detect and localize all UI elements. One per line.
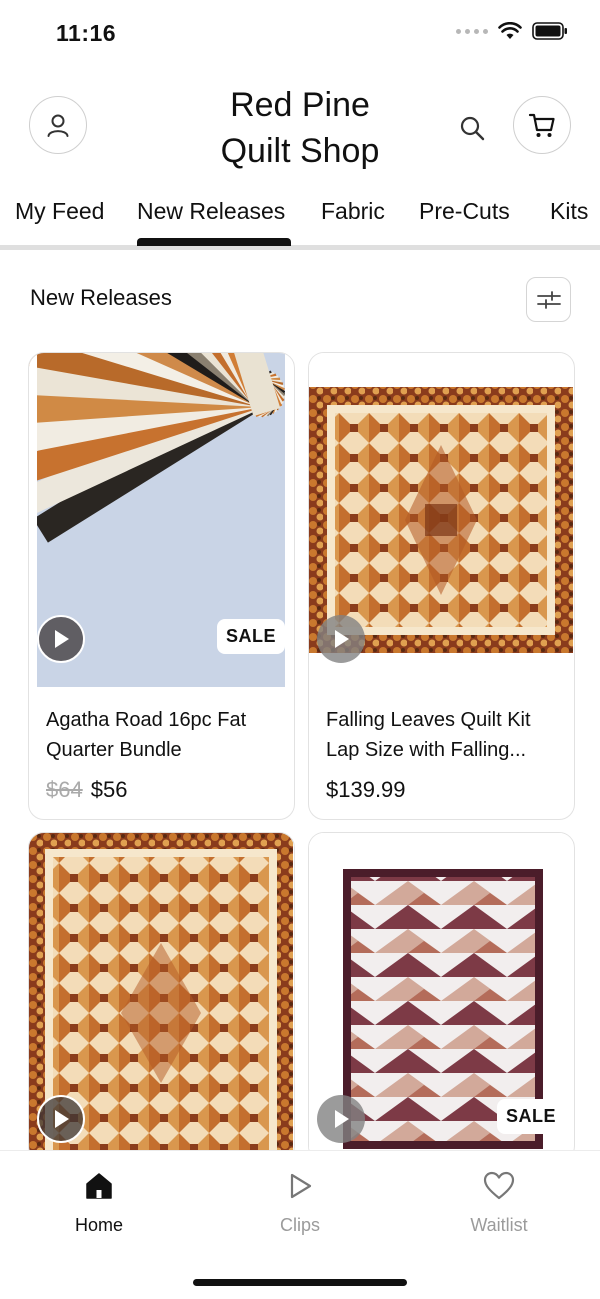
price-row: $64 $56 — [46, 777, 127, 803]
play-video-button[interactable] — [317, 1095, 365, 1143]
tab-fabric[interactable]: Fabric — [321, 198, 385, 225]
product-card-agatha-road[interactable]: SALE Agatha Road 16pc Fat Quarter Bundle… — [28, 352, 295, 820]
tab-pre-cuts[interactable]: Pre-Cuts — [419, 198, 510, 225]
home-indicator — [193, 1279, 407, 1286]
play-icon — [55, 630, 69, 648]
shop-title-line1: Red Pine — [230, 86, 370, 124]
product-name-line2: Quarter Bundle — [46, 739, 182, 761]
tab-my-feed[interactable]: My Feed — [15, 198, 104, 225]
nav-waitlist[interactable]: Waitlist — [439, 1169, 559, 1236]
play-icon — [335, 630, 349, 648]
cart-button[interactable] — [513, 96, 571, 154]
product-name-line1: Falling Leaves Quilt Kit — [326, 709, 531, 731]
heart-icon — [483, 1171, 515, 1200]
tab-new-releases[interactable]: New Releases — [137, 198, 285, 225]
nav-home[interactable]: Home — [39, 1169, 159, 1236]
category-tabs: My Feed New Releases Fabric Pre-Cuts Kit… — [0, 184, 600, 250]
tabs-divider — [0, 245, 600, 250]
wifi-icon — [498, 22, 522, 39]
price: $139.99 — [326, 777, 406, 802]
status-time: 11:16 — [56, 20, 117, 46]
bottom-nav: Home Clips Waitlist — [0, 1150, 600, 1299]
play-icon — [335, 1110, 349, 1128]
play-outline-icon — [290, 1173, 312, 1199]
section-title: New Releases — [30, 285, 172, 310]
nav-home-label: Home — [74, 1215, 123, 1235]
nav-clips-label: Clips — [279, 1215, 320, 1235]
product-card-triangle-quilt[interactable]: SALE — [308, 832, 575, 1162]
shop-title-line2: Quilt Shop — [220, 132, 380, 170]
play-video-button[interactable] — [37, 615, 85, 663]
product-name[interactable]: Falling Leaves Quilt Kit Lap Size with F… — [326, 705, 562, 765]
tab-kits[interactable]: Kits — [550, 198, 588, 225]
app-header: Red Pine Quilt Shop — [0, 66, 600, 184]
sliders-icon — [536, 290, 561, 309]
product-name[interactable]: Agatha Road 16pc Fat Quarter Bundle — [46, 705, 282, 765]
product-name-line2: Lap Size with Falling... — [326, 739, 527, 761]
play-icon — [55, 1110, 69, 1128]
home-icon — [86, 1173, 112, 1199]
product-image-triangle-quilt[interactable]: SALE — [309, 833, 573, 1161]
product-image-quilt-square[interactable] — [309, 353, 573, 687]
search-icon — [460, 116, 485, 141]
product-card-quilt-tall[interactable] — [28, 832, 295, 1162]
search-button[interactable] — [452, 108, 492, 148]
product-image-fabric-fan[interactable]: SALE — [29, 353, 293, 687]
filter-button[interactable] — [526, 277, 571, 322]
status-bar: 11:16 — [0, 0, 600, 66]
sale-badge: SALE — [496, 1099, 565, 1134]
status-icons — [456, 22, 568, 40]
nav-clips[interactable]: Clips — [240, 1169, 360, 1236]
price-row: $139.99 — [326, 777, 406, 803]
active-tab-indicator — [137, 238, 291, 246]
signal-dots-icon — [456, 28, 488, 34]
play-video-button[interactable] — [317, 615, 365, 663]
original-price: $64 — [46, 777, 83, 802]
battery-icon — [532, 22, 567, 40]
product-image-quilt-tall[interactable] — [29, 833, 293, 1161]
cart-icon — [528, 113, 555, 137]
nav-waitlist-label: Waitlist — [470, 1215, 528, 1235]
shop-title: Red Pine Quilt Shop — [180, 82, 420, 174]
sale-price: $56 — [90, 777, 128, 802]
play-video-button[interactable] — [37, 1095, 85, 1143]
product-name-line1: Agatha Road 16pc Fat — [46, 709, 247, 731]
sale-badge: SALE — [216, 619, 285, 654]
user-icon — [47, 114, 69, 137]
product-card-falling-leaves[interactable]: Falling Leaves Quilt Kit Lap Size with F… — [308, 352, 575, 820]
profile-button[interactable] — [29, 96, 87, 154]
